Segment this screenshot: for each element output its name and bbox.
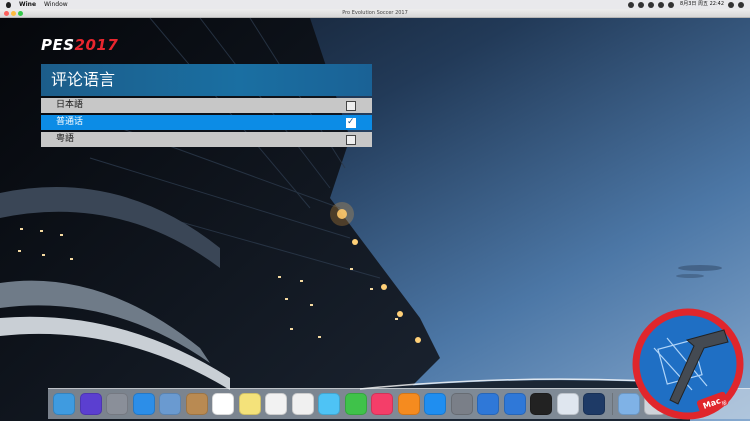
option-checkbox[interactable] [346,101,356,111]
books-icon[interactable] [397,393,420,415]
launchpad-icon[interactable] [106,393,128,415]
qq-penguin-icon[interactable] [530,393,552,415]
wifi-icon[interactable] [658,1,665,8]
status-icon-2[interactable] [638,1,645,8]
calendar-icon[interactable] [212,393,234,415]
check-mark-icon: ✓ [347,117,355,127]
menu-app-name[interactable]: Wine [19,0,36,9]
panel-title: 评论语言 [41,64,372,96]
notification-center-icon[interactable] [738,1,744,8]
u-magnet-alt-icon[interactable] [503,393,526,415]
logo-pes-text: PES [41,36,75,54]
status-tray: 8月3日 周五 22:42 [624,0,744,9]
photo-preview-icon[interactable] [159,393,181,415]
siri-icon[interactable] [79,393,102,415]
spotlight-icon[interactable] [728,1,734,8]
dock-separator [611,393,613,415]
reminders-icon[interactable] [265,393,287,415]
option-label: 日本語 [56,100,84,110]
menu-clock[interactable]: 8月3日 周五 22:42 [680,0,724,9]
language-option-cantonese[interactable]: 粤語 [41,132,372,147]
system-preferences-icon[interactable] [450,393,473,415]
safari-icon[interactable] [132,393,155,415]
option-label: 普通话 [56,117,84,127]
facetime-icon[interactable] [344,393,367,415]
language-option-japanese[interactable]: 日本語 [41,98,372,113]
app-store-icon[interactable] [424,393,446,415]
u-magnet-icon[interactable] [477,393,499,415]
messages-icon[interactable] [318,393,340,415]
status-icon-1[interactable] [628,1,635,8]
window-title: Pro Evolution Soccer 2017 [342,10,408,16]
finder-icon[interactable] [53,393,75,415]
photos-icon[interactable] [291,393,314,415]
wine-app-icon[interactable] [556,393,579,415]
window-titlebar: Pro Evolution Soccer 2017 [0,9,750,18]
option-checkbox[interactable] [346,135,356,145]
stickies-icon[interactable] [238,393,261,415]
logo-year-text: 2017 [74,36,119,54]
notes-book-icon[interactable] [185,393,208,415]
volume-icon[interactable] [668,1,675,8]
menu-bar: Wine Window 8月3日 周五 22:42 [0,0,750,9]
option-label: 粤語 [56,134,75,144]
status-icon-3[interactable] [648,1,655,8]
language-option-mandarin[interactable]: 普通话 ✓ [41,115,372,130]
commentary-language-panel: 评论语言 日本語 普通话 ✓ 粤語 [41,64,372,147]
menu-window[interactable]: Window [44,0,68,9]
music-icon[interactable] [371,393,393,415]
pes-game-icon[interactable] [583,393,605,415]
pes-logo: PES2017 [41,36,118,54]
mac-badge-watermark: Mac 版 [632,308,744,420]
apple-icon[interactable] [6,1,11,8]
option-checkbox[interactable]: ✓ [346,117,356,128]
